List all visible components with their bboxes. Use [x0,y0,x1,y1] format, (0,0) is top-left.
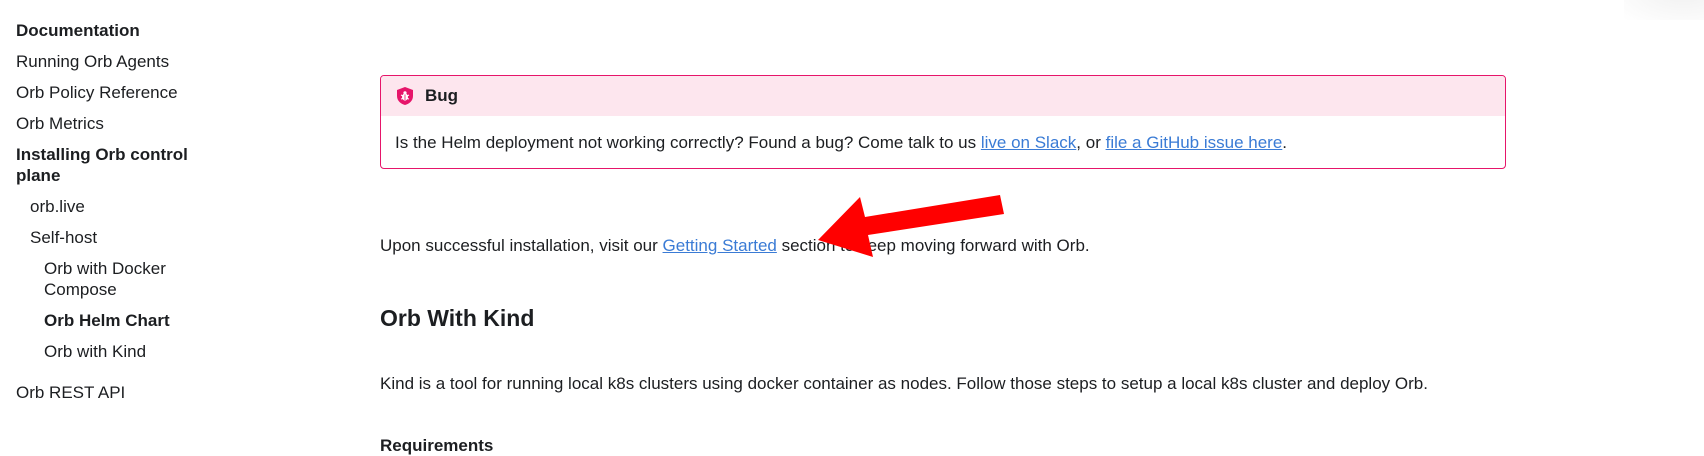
sidebar: Documentation Running Orb Agents Orb Pol… [16,20,226,413]
heading-orb-with-kind: Orb With Kind [380,305,535,331]
sidebar-item-running-orb-agents[interactable]: Running Orb Agents [16,51,226,72]
heading-requirements: Requirements [380,436,494,455]
sidebar-item-documentation[interactable]: Documentation [16,20,226,41]
bug-shield-icon [397,87,413,105]
sidebar-item-installing-orb-control-plane[interactable]: Installing Orb control plane [16,144,206,186]
sidebar-item-orb-helm-chart[interactable]: Orb Helm Chart [16,310,226,331]
github-issue-link[interactable]: file a GitHub issue here [1106,133,1283,152]
kind-description-paragraph: Kind is a tool for running local k8s clu… [380,374,1428,393]
red-arrow-icon [818,195,1004,257]
admonition-header: Bug [381,76,1505,116]
admonition-body: Is the Helm deployment not working corre… [381,116,1505,168]
sidebar-item-orb-with-docker-compose[interactable]: Orb with Docker Compose [16,258,196,300]
admonition-title: Bug [425,86,459,105]
admonition-text-before: Is the Helm deployment not working corre… [395,133,981,152]
sidebar-item-orb-policy-reference[interactable]: Orb Policy Reference [16,82,226,103]
sidebar-item-orb-live[interactable]: orb.live [16,196,226,217]
sidebar-item-orb-rest-api[interactable]: Orb REST API [16,382,226,403]
slack-link[interactable]: live on Slack [981,133,1076,152]
corner-shadow [1624,0,1704,20]
admonition-text-mid: , or [1076,133,1106,152]
sidebar-item-orb-metrics[interactable]: Orb Metrics [16,113,226,134]
admonition-text-after: . [1282,133,1288,152]
getting-started-link[interactable]: Getting Started [663,236,777,255]
sidebar-item-orb-with-kind[interactable]: Orb with Kind [16,341,226,362]
para1-text-before: Upon successful installation, visit our [380,236,663,255]
sidebar-item-self-host[interactable]: Self-host [16,227,226,248]
bug-admonition: Bug Is the Helm deployment not working c… [380,75,1506,169]
